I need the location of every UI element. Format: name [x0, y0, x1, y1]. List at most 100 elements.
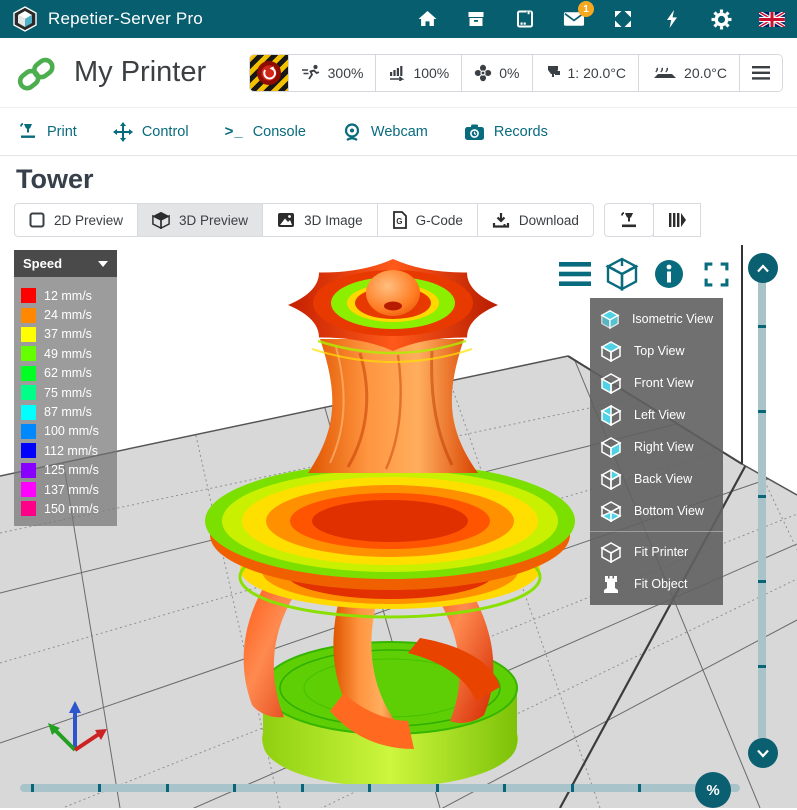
tab-webcam[interactable]: Webcam	[342, 122, 428, 142]
button-print-bed[interactable]	[604, 203, 654, 237]
extruder-temp-value: 1: 20.0°C	[568, 65, 627, 81]
button-gcode[interactable]: G G-Code	[377, 203, 478, 237]
color-swatch	[21, 288, 36, 303]
speed-value: 300%	[328, 65, 364, 81]
expand-icon	[613, 9, 633, 29]
info-button[interactable]	[652, 258, 686, 290]
menu-item-isometric-view[interactable]: Isometric View	[590, 303, 723, 335]
heated-bed-icon	[651, 64, 677, 81]
button-download-label: Download	[519, 213, 579, 228]
button-layer-range[interactable]	[653, 203, 701, 237]
app-logo-icon[interactable]	[12, 6, 38, 32]
menu-item-left-view[interactable]: Left View	[590, 399, 723, 431]
bed-temp-button[interactable]: 20.0°C	[638, 55, 739, 91]
legend-row: 37 mm/s	[21, 325, 110, 344]
printer-menu-button[interactable]	[739, 55, 782, 91]
button-2d-preview-label: 2D Preview	[54, 213, 123, 228]
fan-icon	[474, 64, 492, 82]
color-swatch	[21, 405, 36, 420]
menu-item-front-view[interactable]: Front View	[590, 367, 723, 399]
manual-icon	[515, 9, 535, 29]
menu-item-bottom-view[interactable]: Bottom View	[590, 495, 723, 527]
menu-item-fit-printer[interactable]: Fit Printer	[590, 536, 723, 568]
menu-divider	[590, 531, 723, 532]
records-camera-icon	[464, 123, 485, 141]
layer-slider-horizontal[interactable]	[20, 784, 740, 792]
print-icon	[18, 122, 38, 141]
speed-multiplier-button[interactable]: 300%	[288, 55, 376, 91]
printer-tabs: Print Control >_ Console Webcam Records	[0, 108, 797, 156]
cube-back-icon	[600, 468, 622, 490]
connection-link-icon	[14, 53, 58, 93]
tab-webcam-label: Webcam	[371, 124, 428, 140]
fullscreen-button[interactable]	[699, 258, 733, 290]
expand-button[interactable]	[612, 8, 634, 30]
control-arrows-icon	[113, 122, 133, 142]
color-swatch	[21, 366, 36, 381]
fan-button[interactable]: 0%	[461, 55, 531, 91]
console-icon: >_	[225, 123, 244, 140]
settings-gear-icon	[711, 9, 732, 30]
language-flag-icon	[759, 12, 785, 27]
language-button[interactable]	[759, 8, 785, 30]
svg-text:G: G	[396, 217, 402, 226]
button-download[interactable]: Download	[477, 203, 594, 237]
page-title: Tower	[0, 156, 797, 201]
top-navbar: Repetier-Server Pro 1	[0, 0, 797, 38]
button-2d-preview[interactable]: 2D Preview	[14, 203, 138, 237]
extruder-temp-button[interactable]: 1: 20.0°C	[532, 55, 639, 91]
layers-menu-button[interactable]	[558, 258, 592, 290]
info-icon	[654, 259, 684, 289]
tab-print[interactable]: Print	[18, 122, 77, 141]
messages-button[interactable]: 1	[563, 8, 585, 30]
flow-multiplier-button[interactable]: 100%	[375, 55, 461, 91]
legend-row: 100 mm/s	[21, 422, 110, 441]
emergency-stop-button[interactable]	[250, 55, 288, 91]
menu-hamburger-icon	[559, 262, 591, 286]
printer-box-button[interactable]	[465, 8, 487, 30]
extruder-icon	[545, 64, 561, 81]
home-icon	[417, 9, 438, 29]
menu-item-fit-object[interactable]: Fit Object	[590, 568, 723, 600]
tab-control[interactable]: Control	[113, 122, 189, 142]
menu-item-right-view[interactable]: Right View	[590, 431, 723, 463]
scroll-up-button[interactable]	[748, 253, 778, 283]
mail-badge: 1	[578, 1, 594, 17]
download-icon	[492, 212, 510, 229]
fan-value: 0%	[499, 65, 519, 81]
printer-header: My Printer 300%	[0, 38, 797, 108]
gcode-3d-viewport[interactable]: Speed 12 mm/s 24 mm/s 37 mm/s 49 mm/s 62…	[0, 243, 797, 808]
legend-row: 49 mm/s	[21, 344, 110, 363]
chevron-down-icon	[756, 749, 770, 758]
percent-zoom-button[interactable]: %	[695, 772, 731, 808]
cube-plain-icon	[600, 541, 622, 563]
tab-records[interactable]: Records	[464, 123, 548, 141]
view-cube-icon	[605, 257, 639, 291]
view-cube-button[interactable]	[605, 258, 639, 290]
power-actions-button[interactable]	[661, 8, 683, 30]
button-3d-image[interactable]: 3D Image	[262, 203, 378, 237]
color-swatch	[21, 424, 36, 439]
tab-console[interactable]: >_ Console	[225, 123, 306, 140]
menu-item-top-view[interactable]: Top View	[590, 335, 723, 367]
settings-button[interactable]	[710, 8, 732, 30]
manual-button[interactable]	[514, 8, 536, 30]
layer-slider-vertical[interactable]	[758, 268, 766, 738]
app-title: Repetier-Server Pro	[48, 9, 203, 29]
flow-icon	[388, 64, 406, 81]
menu-item-back-view[interactable]: Back View	[590, 463, 723, 495]
scroll-down-button[interactable]	[748, 738, 778, 768]
webcam-icon	[342, 122, 362, 142]
color-swatch	[21, 482, 36, 497]
printer-name: My Printer	[74, 56, 206, 89]
button-gcode-label: G-Code	[416, 213, 463, 228]
cube-isometric-icon	[600, 308, 620, 330]
legend-row: 24 mm/s	[21, 305, 110, 324]
chevron-up-icon	[756, 264, 770, 273]
button-3d-preview[interactable]: 3D Preview	[137, 203, 263, 237]
view-menu: Isometric View Top View Front View Left …	[590, 298, 723, 605]
home-button[interactable]	[416, 8, 438, 30]
fullscreen-icon	[703, 261, 730, 288]
legend-mode-dropdown[interactable]: Speed	[14, 250, 117, 277]
color-swatch	[21, 443, 36, 458]
